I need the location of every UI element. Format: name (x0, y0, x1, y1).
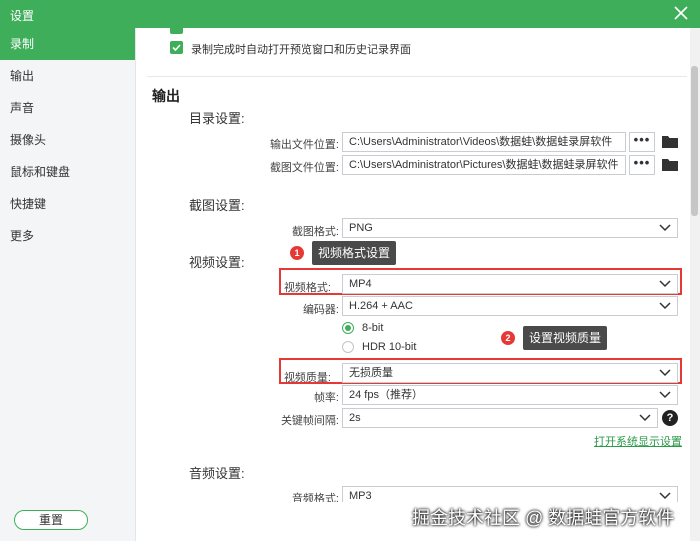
reset-button[interactable]: 重置 (14, 510, 88, 530)
chevron-down-icon (659, 302, 671, 310)
keyframe-interval-label: 关键帧间隔: (280, 415, 339, 427)
sidebar-item-sound[interactable]: 声音 (0, 92, 135, 124)
sidebar-item-camera[interactable]: 摄像头 (0, 124, 135, 156)
sidebar: 录制 输出 声音 摄像头 鼠标和键盘 快捷键 更多 重置 (0, 28, 136, 541)
keyframe-interval-select[interactable]: 2s (342, 408, 658, 428)
fps-value: 24 fps（推荐） (349, 389, 423, 401)
settings-panel: 录制完成时自动打开预览窗口和历史记录界面 输出 目录设置: 输出文件位置: C:… (137, 28, 700, 541)
auto-open-label: 录制完成时自动打开预览窗口和历史记录界面 (191, 44, 411, 56)
bit-depth-8bit-radio[interactable] (342, 322, 354, 334)
sidebar-item-output[interactable]: 输出 (0, 60, 135, 92)
video-format-select[interactable]: MP4 (342, 274, 678, 294)
chevron-down-icon (659, 280, 671, 288)
auto-open-checkbox[interactable] (170, 41, 183, 54)
encoder-label: 编码器: (302, 304, 339, 316)
sidebar-item-more[interactable]: 更多 (0, 220, 135, 252)
window-title: 设置 (10, 9, 35, 23)
chevron-down-icon (659, 224, 671, 232)
scrollbar-thumb[interactable] (691, 66, 698, 216)
output-section-title: 输出 (152, 88, 180, 104)
scrollbar[interactable] (690, 28, 700, 541)
screenshot-settings-title: 截图设置: (189, 198, 245, 213)
checkmark-icon (172, 44, 181, 52)
partial-checkbox[interactable] (170, 28, 183, 34)
screenshot-format-label: 截图格式: (291, 226, 339, 238)
close-icon[interactable] (672, 4, 690, 22)
chevron-down-icon (639, 414, 651, 422)
watermark-text: 掘金技术社区 @ 数据蛙官方软件 (412, 508, 675, 528)
screenshot-format-select[interactable]: PNG (342, 218, 678, 238)
video-format-value: MP4 (349, 278, 372, 290)
fps-select[interactable]: 24 fps（推荐） (342, 385, 678, 405)
annotation-badge-1: 1 (290, 246, 304, 260)
video-quality-value: 无损质量 (349, 367, 393, 379)
screenshot-browse-button[interactable]: ••• (629, 155, 655, 175)
directory-settings-title: 目录设置: (189, 111, 245, 126)
screenshot-location-label: 截图文件位置: (269, 162, 339, 174)
annotation-tooltip-2: 设置视频质量 (523, 326, 608, 350)
fps-label: 帧率: (313, 392, 339, 404)
folder-icon[interactable] (662, 135, 678, 148)
encoder-select[interactable]: H.264 + AAC (342, 296, 678, 316)
video-quality-select[interactable]: 无损质量 (342, 363, 678, 383)
bit-depth-8bit-label: 8-bit (362, 322, 384, 334)
bit-depth-hdr-label: HDR 10-bit (362, 341, 417, 353)
annotation-badge-2: 2 (501, 331, 515, 345)
video-settings-title: 视频设置: (189, 255, 245, 270)
chevron-down-icon (659, 391, 671, 399)
screenshot-location-field[interactable]: C:\Users\Administrator\Pictures\数据蛙\数据蛙录… (342, 155, 626, 175)
video-quality-label: 视频质量: (283, 372, 331, 384)
help-icon[interactable]: ? (662, 410, 678, 426)
keyframe-interval-value: 2s (349, 412, 361, 424)
bit-depth-hdr-radio[interactable] (342, 341, 354, 353)
folder-icon[interactable] (662, 158, 678, 171)
sidebar-item-recording[interactable]: 录制 (0, 28, 135, 60)
display-settings-link[interactable]: 打开系统显示设置 (594, 433, 682, 449)
output-location-field[interactable]: C:\Users\Administrator\Videos\数据蛙\数据蛙录屏软… (342, 132, 626, 152)
audio-format-value: MP3 (349, 490, 372, 502)
output-location-label: 输出文件位置: (269, 139, 339, 151)
annotation-tooltip-1: 视频格式设置 (312, 241, 397, 265)
encoder-value: H.264 + AAC (349, 300, 413, 312)
video-format-label: 视频格式: (283, 282, 331, 294)
sidebar-item-hotkeys[interactable]: 快捷键 (0, 188, 135, 220)
chevron-down-icon (659, 369, 671, 377)
output-browse-button[interactable]: ••• (629, 132, 655, 152)
audio-settings-title: 音频设置: (189, 466, 245, 481)
sidebar-item-mouse-keyboard[interactable]: 鼠标和键盘 (0, 156, 135, 188)
divider (147, 76, 687, 77)
screenshot-format-value: PNG (349, 222, 373, 234)
chevron-down-icon (659, 492, 671, 500)
title-bar: 设置 (0, 0, 700, 28)
